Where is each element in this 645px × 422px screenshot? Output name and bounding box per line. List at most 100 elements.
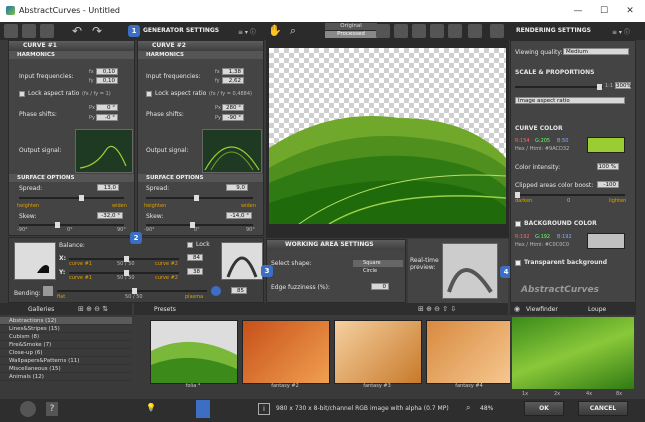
curve2-py-field[interactable]: -90 °	[222, 114, 244, 121]
curve1-fx-field[interactable]: 0,10	[96, 68, 118, 75]
clipped-boost-slider[interactable]	[515, 192, 625, 198]
curve2-spread-slider[interactable]	[146, 195, 253, 201]
tool-f-icon[interactable]	[468, 24, 482, 38]
tool-a-icon[interactable]	[376, 24, 390, 38]
clipped-boost-field[interactable]: -100	[597, 181, 619, 188]
balance-x-field[interactable]: 84	[187, 254, 203, 261]
gallery-item[interactable]: Abstractions (12)	[0, 317, 132, 325]
canvas-area[interactable]	[266, 40, 509, 238]
background-color-swatch[interactable]	[587, 233, 625, 249]
viewing-quality-select[interactable]: Medium	[563, 48, 629, 55]
tab-processed[interactable]: Processed	[325, 31, 377, 38]
minimize-button[interactable]: —	[566, 3, 590, 19]
image-canvas[interactable]	[269, 48, 506, 224]
gallery-item[interactable]: Close-up (6)	[0, 349, 132, 357]
scale-percent-field[interactable]: 300%	[615, 82, 632, 89]
gallery-item[interactable]: Cubism (8)	[0, 333, 132, 341]
balance-x-slider[interactable]	[69, 256, 179, 262]
curve1-spread-slider[interactable]	[19, 195, 124, 201]
generator-menu-icon[interactable]: ≡ ▾ ⓘ	[238, 27, 256, 36]
curve1-surface-header[interactable]: SURFACE OPTIONS	[9, 174, 134, 182]
curve2-spread-field[interactable]: 9,0	[226, 184, 248, 191]
gallery-item[interactable]: Animals (12)	[0, 373, 132, 381]
curve2-skew-field[interactable]: -14,0 °	[226, 212, 252, 219]
color-intensity-field[interactable]: 100 %	[597, 163, 619, 170]
balance-y-slider[interactable]	[69, 270, 179, 276]
bending-field[interactable]: 85	[231, 287, 247, 294]
curve1-px-field[interactable]: 0 °	[96, 104, 118, 111]
preset-thumb-folia[interactable]	[150, 320, 238, 384]
shape-square-option[interactable]: Square	[353, 260, 403, 267]
new-icon[interactable]	[4, 24, 18, 38]
cancel-button[interactable]: CANCEL	[578, 401, 628, 416]
aspect-ratio-select[interactable]: Image aspect ratio	[515, 97, 625, 104]
loupe-tab[interactable]: Loupe	[588, 306, 606, 313]
hand-tool-icon[interactable]: ✋	[268, 24, 282, 38]
preset-thumb-fantasy2[interactable]	[242, 320, 330, 384]
curve1-lock-checkbox[interactable]	[19, 91, 25, 97]
curve1-harmonics-header[interactable]: HARMONICS	[9, 51, 134, 59]
preset-actions-icon[interactable]: ⊞ ⊕ ⊖ ⇧ ⇩	[418, 305, 456, 313]
curve1-spread-knob[interactable]	[79, 195, 84, 201]
curve2-fy-field[interactable]: 2,62	[222, 77, 244, 84]
gallery-actions-icon[interactable]: ⊞ ⊕ ⊖ ⇅	[78, 305, 108, 313]
lightbulb-icon[interactable]: 💡	[146, 403, 156, 412]
tool-d-icon[interactable]	[430, 24, 444, 38]
help-icon[interactable]: ?	[46, 402, 58, 416]
curve2-tick-neg: -90°	[144, 227, 155, 233]
curve2-spread-knob[interactable]	[194, 195, 199, 201]
tool-c-icon[interactable]	[412, 24, 426, 38]
zoom-2x[interactable]: 2x	[554, 391, 560, 397]
bending-slider[interactable]	[57, 288, 207, 294]
gallery-item[interactable]: Lines&Stripes (15)	[0, 325, 132, 333]
tool-b-icon[interactable]	[394, 24, 408, 38]
background-color-checkbox[interactable]	[515, 221, 521, 227]
gallery-item[interactable]: Miscellaneous (15)	[0, 365, 132, 373]
tool-g-icon[interactable]	[490, 24, 504, 38]
undo-icon[interactable]: ↶	[70, 24, 84, 38]
zoom-8x[interactable]: 8x	[616, 391, 622, 397]
rendering-menu-icon[interactable]: ≡ ▾ ⓘ	[612, 27, 630, 36]
gear-icon[interactable]	[20, 401, 36, 417]
curve1-skew-field[interactable]: -32,0 °	[97, 212, 123, 219]
curve2-surface-header[interactable]: SURFACE OPTIONS	[138, 174, 263, 182]
close-button[interactable]: ✕	[618, 3, 642, 19]
redo-icon[interactable]: ↷	[90, 24, 104, 38]
scale-knob[interactable]	[597, 84, 602, 90]
tool-e-icon[interactable]	[448, 24, 462, 38]
curve-color-swatch[interactable]	[587, 137, 625, 153]
viewfinder-image[interactable]	[512, 317, 634, 389]
download-icon[interactable]	[196, 400, 210, 418]
preset-thumb-fantasy3[interactable]	[334, 320, 422, 384]
transparent-bg-checkbox[interactable]	[515, 260, 521, 266]
scale-ratio: 1:1	[605, 83, 614, 89]
curve2-harmonics-header[interactable]: HARMONICS	[138, 51, 263, 59]
zoom-4x[interactable]: 4x	[586, 391, 592, 397]
curve1-skew-knob[interactable]	[55, 222, 60, 228]
viewfinder-tab[interactable]: Viewfinder	[526, 306, 558, 313]
balance-y-field[interactable]: 38	[187, 268, 203, 275]
hex-label: Hex / Html:	[515, 146, 544, 152]
curve2-lock-checkbox[interactable]	[146, 91, 152, 97]
preset-thumb-fantasy4[interactable]	[426, 320, 514, 384]
curve1-py-field[interactable]: -0 °	[96, 114, 118, 121]
export-icon[interactable]	[40, 24, 54, 38]
curve2-fx-field[interactable]: 1,38	[222, 68, 244, 75]
tab-original[interactable]: Original	[325, 23, 377, 30]
zoom-tool-icon[interactable]: ⌕	[286, 24, 300, 38]
edge-fuzziness-field[interactable]: 0	[371, 283, 389, 290]
curve2-px-field[interactable]: 280 °	[222, 104, 244, 111]
zoom-1x[interactable]: 1x	[522, 391, 528, 397]
shape-circle-option[interactable]: Circle	[353, 268, 403, 275]
curve1-skew-slider[interactable]	[19, 222, 124, 228]
curve2-skew-slider[interactable]	[146, 222, 253, 228]
save-icon[interactable]	[22, 24, 36, 38]
ok-button[interactable]: OK	[524, 401, 564, 416]
maximize-button[interactable]: ☐	[592, 3, 616, 19]
gallery-item[interactable]: Fire&Smoke (7)	[0, 341, 132, 349]
curve1-spread-field[interactable]: 13,0	[97, 184, 119, 191]
scale-slider[interactable]	[515, 84, 603, 90]
gallery-item[interactable]: Wallpapers&Patterns (11)	[0, 357, 132, 365]
curve1-fy-field[interactable]: 0,10	[96, 77, 118, 84]
balance-lock-checkbox[interactable]	[187, 242, 193, 248]
